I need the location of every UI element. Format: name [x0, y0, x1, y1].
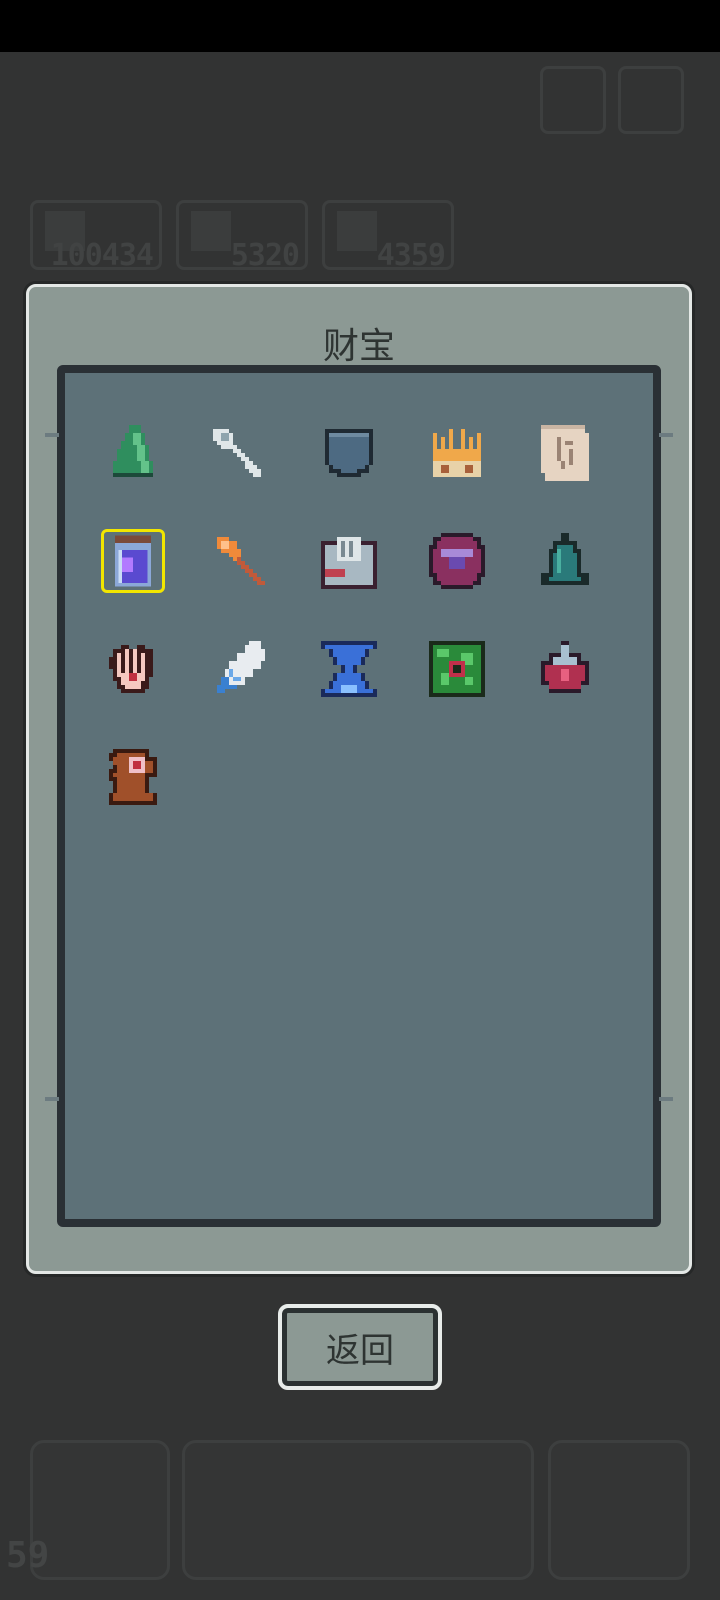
spellbook-icon[interactable]	[317, 529, 381, 593]
status-bar	[0, 0, 720, 52]
pocket-icon[interactable]	[317, 421, 381, 485]
ancient-scroll-icon[interactable]	[533, 421, 597, 485]
rivet	[45, 433, 59, 437]
gem-stat: 4359	[322, 200, 454, 273]
rivet	[45, 1097, 59, 1101]
blue-feather-icon[interactable]	[209, 637, 273, 701]
fire-axe-icon[interactable]	[209, 529, 273, 593]
golden-crown-icon[interactable]	[425, 421, 489, 485]
gem-stat-value: 4359	[376, 238, 446, 273]
gold-stat: 5320	[176, 200, 308, 273]
hero-slot-bg	[548, 1440, 690, 1580]
wooden-totem-icon[interactable]	[101, 745, 165, 809]
coin-icon	[191, 211, 231, 251]
back-button[interactable]: 返回	[278, 1304, 442, 1390]
menu-button-bg	[618, 66, 684, 134]
hourglass-icon[interactable]	[317, 637, 381, 701]
treasure-panel	[45, 365, 673, 1227]
treasure-dialog: 财宝	[26, 284, 692, 1274]
attack-stat-value: 100434	[50, 238, 154, 273]
green-rune-tablet-icon[interactable]	[425, 637, 489, 701]
teal-bell-icon[interactable]	[533, 529, 597, 593]
gold-stat-value: 5320	[230, 238, 300, 273]
dialog-title: 财宝	[322, 326, 395, 367]
rivet	[659, 433, 673, 437]
settings-button-bg	[540, 66, 606, 134]
crossed-swords-slot-bg	[30, 1440, 170, 1580]
gem-icon	[337, 211, 377, 251]
bone-key-icon[interactable]	[209, 421, 273, 485]
action-bar-bg	[182, 1440, 534, 1580]
rivet	[659, 1097, 673, 1101]
bottom-count: 59	[6, 1535, 50, 1576]
green-leaf-icon[interactable]	[101, 421, 165, 485]
red-crystal-shard-icon[interactable]	[533, 637, 597, 701]
purple-potion-jar-icon[interactable]	[101, 529, 165, 593]
open-palm-icon[interactable]	[101, 637, 165, 701]
attack-stat: 100434	[30, 200, 162, 273]
purple-gem-orb-icon[interactable]	[425, 529, 489, 593]
